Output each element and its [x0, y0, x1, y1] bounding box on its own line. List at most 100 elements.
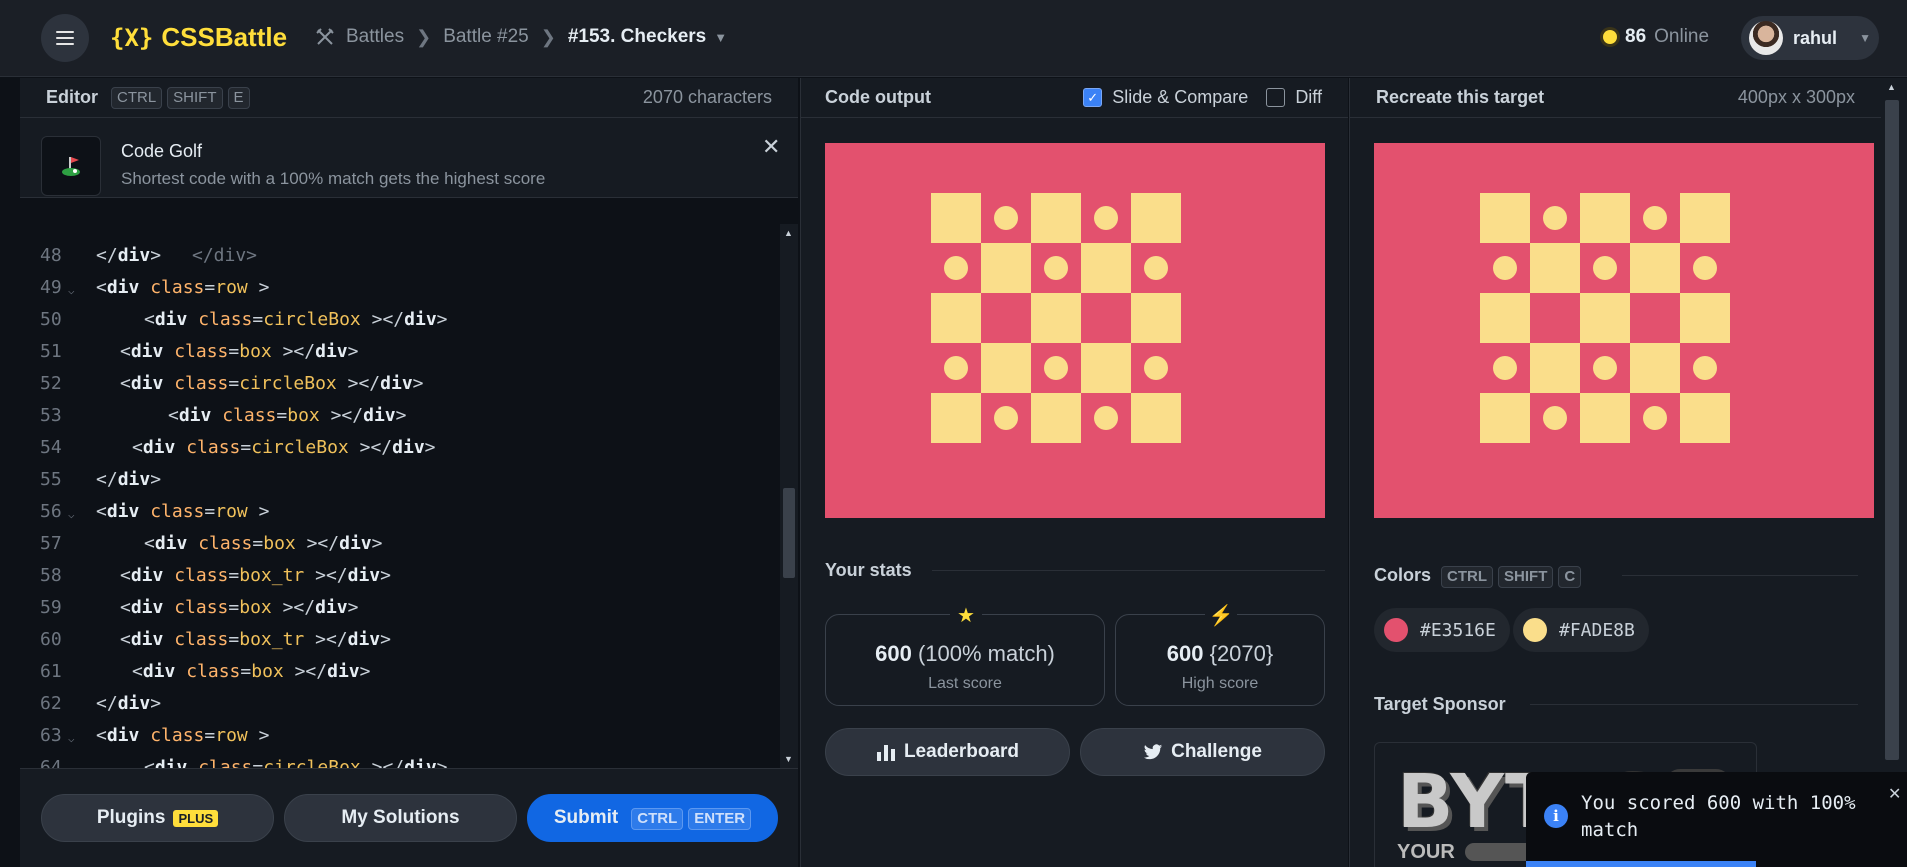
- code-line[interactable]: 54 <div class=circleBox ></div>: [20, 432, 778, 464]
- logo-icon: {X}: [110, 23, 154, 52]
- checker-tile: [931, 193, 982, 243]
- checker-tile: [1580, 193, 1631, 243]
- checker-dot: [1693, 256, 1718, 280]
- scroll-up-icon[interactable]: ▲: [1887, 82, 1896, 92]
- challenge-button[interactable]: Challenge: [1080, 728, 1325, 776]
- checkbox-checked-icon[interactable]: ✓: [1083, 88, 1103, 107]
- code-line[interactable]: 57 <div class=box ></div>: [20, 528, 778, 560]
- chevron-right-icon: ❯: [540, 26, 556, 47]
- breadcrumb-battles[interactable]: Battles: [346, 26, 404, 48]
- checker-dot: [944, 356, 969, 380]
- line-number: 54: [40, 437, 62, 458]
- code-line[interactable]: 63 ⌵ <div class=row >: [20, 720, 778, 752]
- logo-text: CSSBattle: [161, 22, 288, 52]
- diff-toggle[interactable]: Diff: [1266, 87, 1322, 108]
- editor-scrollbar[interactable]: ▲ ▼: [780, 224, 798, 768]
- checker-tile: [1480, 393, 1531, 443]
- line-number: 57: [40, 533, 62, 554]
- code-line[interactable]: 60 <div class=box_tr ></div>: [20, 624, 778, 656]
- color-swatch-pink[interactable]: #E3516E: [1374, 608, 1510, 652]
- stats-title: Your stats: [825, 560, 912, 580]
- high-score-card: ⚡ 600 {2070} High score: [1115, 603, 1325, 706]
- line-number: 58: [40, 565, 62, 586]
- code-line[interactable]: 48 </div>: [20, 240, 778, 272]
- code-line-partial: </div>: [192, 245, 258, 266]
- editor-header: Editor CTRL SHIFT E 2070 characters: [20, 78, 798, 118]
- target-image[interactable]: [1374, 143, 1874, 518]
- breadcrumb-current[interactable]: #153. Checkers: [568, 26, 706, 48]
- scroll-up-icon[interactable]: ▲: [784, 228, 793, 238]
- checker-tile: [1630, 243, 1681, 293]
- checker-dot: [1144, 256, 1169, 280]
- checker-dot: [1044, 256, 1069, 280]
- code-output-preview[interactable]: [825, 143, 1325, 518]
- page-scrollbar[interactable]: ▲: [1881, 78, 1907, 867]
- code-editor[interactable]: </div> 48 </div> 49 ⌵ <div class=row >50 <div…: [20, 224, 778, 768]
- output-title: Code output: [825, 87, 931, 107]
- checker-dot: [1044, 356, 1069, 380]
- menu-button[interactable]: [41, 14, 89, 62]
- color-dot-icon: [1384, 618, 1408, 642]
- checker-tile: [1480, 193, 1531, 243]
- code-line[interactable]: 59 <div class=box ></div>: [20, 592, 778, 624]
- target-dimensions: 400px x 300px: [1737, 87, 1855, 107]
- info-icon: i: [1544, 804, 1568, 828]
- code-line[interactable]: 56 ⌵ <div class=row >: [20, 496, 778, 528]
- code-line[interactable]: 53 <div class=box ></div>: [20, 400, 778, 432]
- user-menu[interactable]: rahul ▼: [1741, 16, 1879, 60]
- submit-button[interactable]: Submit CTRL ENTER: [527, 794, 778, 842]
- checker-tile: [1081, 343, 1132, 393]
- color-swatch-yellow[interactable]: #FADE8B: [1513, 608, 1649, 652]
- scroll-thumb[interactable]: [783, 488, 795, 578]
- checker-dot: [1543, 406, 1568, 430]
- breadcrumb-battle[interactable]: Battle #25: [443, 26, 529, 48]
- editor-shortcut: CTRL SHIFT E: [106, 86, 250, 109]
- scroll-down-icon[interactable]: ▼: [784, 754, 793, 764]
- line-number: 52: [40, 373, 62, 394]
- leaderboard-button[interactable]: Leaderboard: [825, 728, 1070, 776]
- checkbox-unchecked-icon[interactable]: [1266, 88, 1286, 107]
- code-line[interactable]: 64 <div class=circleBox ></div>: [20, 752, 778, 768]
- checker-tile: [1131, 193, 1182, 243]
- chevron-down-icon[interactable]: ▼: [714, 30, 727, 45]
- scroll-thumb[interactable]: [1885, 100, 1899, 760]
- checker-tile: [1680, 393, 1731, 443]
- close-icon[interactable]: ✕: [1888, 784, 1901, 804]
- online-indicator: 86 Online: [1603, 26, 1709, 48]
- code-line[interactable]: 49 ⌵ <div class=row >: [20, 272, 778, 304]
- checker-dot: [1593, 256, 1618, 280]
- star-icon: ★: [950, 603, 982, 628]
- checker-tile: [1680, 193, 1731, 243]
- checker-dot: [994, 406, 1019, 430]
- checker-dot: [1693, 356, 1718, 380]
- golf-title: Code Golf: [121, 141, 203, 161]
- checker-tile: [931, 393, 982, 443]
- logo[interactable]: {X} CSSBattle: [110, 22, 287, 53]
- code-line[interactable]: 62 </div>: [20, 688, 778, 720]
- code-line[interactable]: 61 <div class=box ></div>: [20, 656, 778, 688]
- checker-dot: [994, 206, 1019, 230]
- checker-dot: [1543, 206, 1568, 230]
- line-number: 62: [40, 693, 62, 714]
- code-line[interactable]: 50 <div class=circleBox ></div>: [20, 304, 778, 336]
- checker-tile: [1530, 343, 1581, 393]
- code-line[interactable]: 52 <div class=circleBox ></div>: [20, 368, 778, 400]
- slide-compare-toggle[interactable]: ✓ Slide & Compare: [1083, 87, 1248, 108]
- plugins-button[interactable]: Plugins PLUS: [41, 794, 274, 842]
- checker-tile: [981, 243, 1032, 293]
- lightning-icon: ⚡: [1205, 603, 1237, 628]
- checker-tile: [1081, 243, 1132, 293]
- my-solutions-button[interactable]: My Solutions: [284, 794, 517, 842]
- close-icon[interactable]: ✕: [762, 134, 780, 160]
- line-number: 55: [40, 469, 62, 490]
- code-line[interactable]: 58 <div class=box_tr ></div>: [20, 560, 778, 592]
- line-number: 51: [40, 341, 62, 362]
- fold-icon[interactable]: ⌵: [68, 723, 75, 755]
- fold-icon[interactable]: ⌵: [68, 275, 75, 307]
- golf-flag-icon: [41, 136, 101, 196]
- code-line[interactable]: 55 </div>: [20, 464, 778, 496]
- code-line[interactable]: 51 <div class=box ></div>: [20, 336, 778, 368]
- fold-icon[interactable]: ⌵: [68, 499, 75, 531]
- online-dot-icon: [1603, 30, 1617, 44]
- checker-dot: [944, 256, 969, 280]
